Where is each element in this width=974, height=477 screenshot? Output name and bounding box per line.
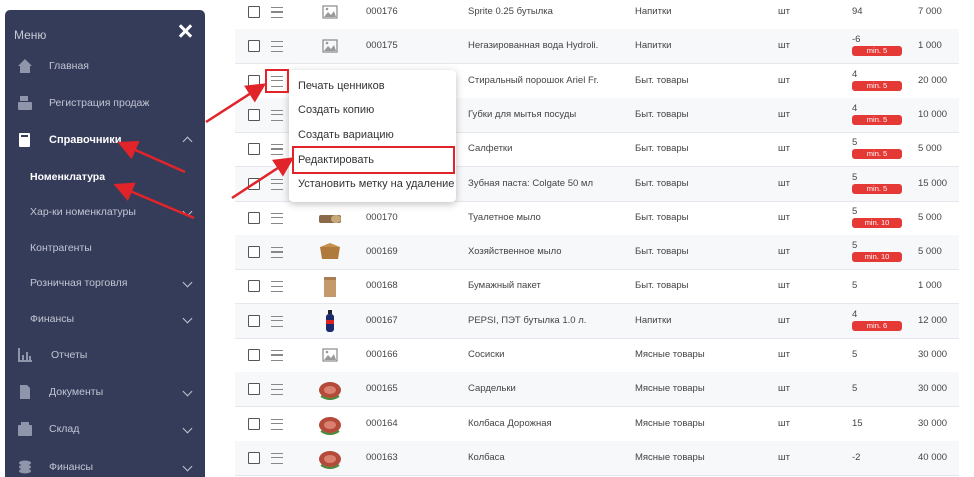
- arrow-to-edit: [231, 157, 295, 200]
- arrow-to-nomenclature: [113, 182, 195, 220]
- annotation-arrows: [113, 83, 295, 220]
- arrow-to-row-menu: [205, 83, 267, 124]
- arrow-to-directories: [117, 140, 186, 174]
